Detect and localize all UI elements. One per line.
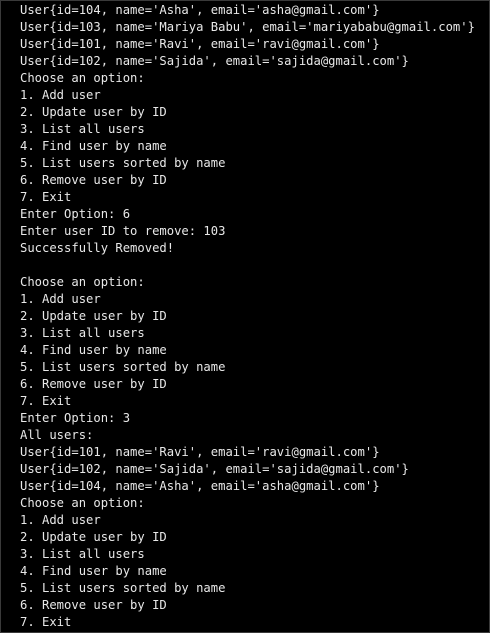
console-line: 2. Update user by ID [20, 105, 167, 119]
console-line: All users: [20, 428, 94, 442]
console-line: 5. List users sorted by name [20, 581, 226, 595]
console-line: 1. Add user [20, 88, 101, 102]
console-line: 2. Update user by ID [20, 309, 167, 323]
console-line: 6. Remove user by ID [20, 598, 167, 612]
console-line: 5. List users sorted by name [20, 360, 226, 374]
console-line: 4. Find user by name [20, 564, 167, 578]
console-line: User{id=104, name='Asha', email='asha@gm… [20, 3, 380, 17]
console-line: User{id=104, name='Asha', email='asha@gm… [20, 479, 380, 493]
console-line: 7. Exit [20, 615, 72, 629]
console-line: 6. Remove user by ID [20, 173, 167, 187]
console-line: Choose an option: [20, 71, 145, 85]
console-line: 1. Add user [20, 292, 101, 306]
console-line: User{id=101, name='Ravi', email='ravi@gm… [20, 37, 380, 51]
console-line: Successfully Removed! [20, 241, 175, 255]
console-line: Choose an option: [20, 496, 145, 510]
console-line: 7. Exit [20, 394, 72, 408]
console-line: Enter Option: 3 [20, 411, 131, 425]
console-line: User{id=102, name='Sajida', email='sajid… [20, 54, 409, 68]
console-line: Choose an option: [20, 275, 145, 289]
console-line: 7. Exit [20, 190, 72, 204]
console-line: 3. List all users [20, 326, 145, 340]
console-line: 3. List all users [20, 547, 145, 561]
console-line: User{id=101, name='Ravi', email='ravi@gm… [20, 445, 380, 459]
console-line: Enter user ID to remove: 103 [20, 224, 226, 238]
console-line: 4. Find user by name [20, 343, 167, 357]
console-line: 3. List all users [20, 122, 145, 136]
console-line: User{id=102, name='Sajida', email='sajid… [20, 462, 409, 476]
console-line: 5. List users sorted by name [20, 156, 226, 170]
console-line: 6. Remove user by ID [20, 377, 167, 391]
console-output[interactable]: User{id=104, name='Asha', email='asha@gm… [0, 0, 490, 633]
console-line: Enter Option: 6 [20, 207, 131, 221]
console-line: 2. Update user by ID [20, 530, 167, 544]
console-line: 4. Find user by name [20, 139, 167, 153]
console-line: User{id=103, name='Mariya Babu', email='… [20, 20, 475, 34]
console-line: 1. Add user [20, 513, 101, 527]
